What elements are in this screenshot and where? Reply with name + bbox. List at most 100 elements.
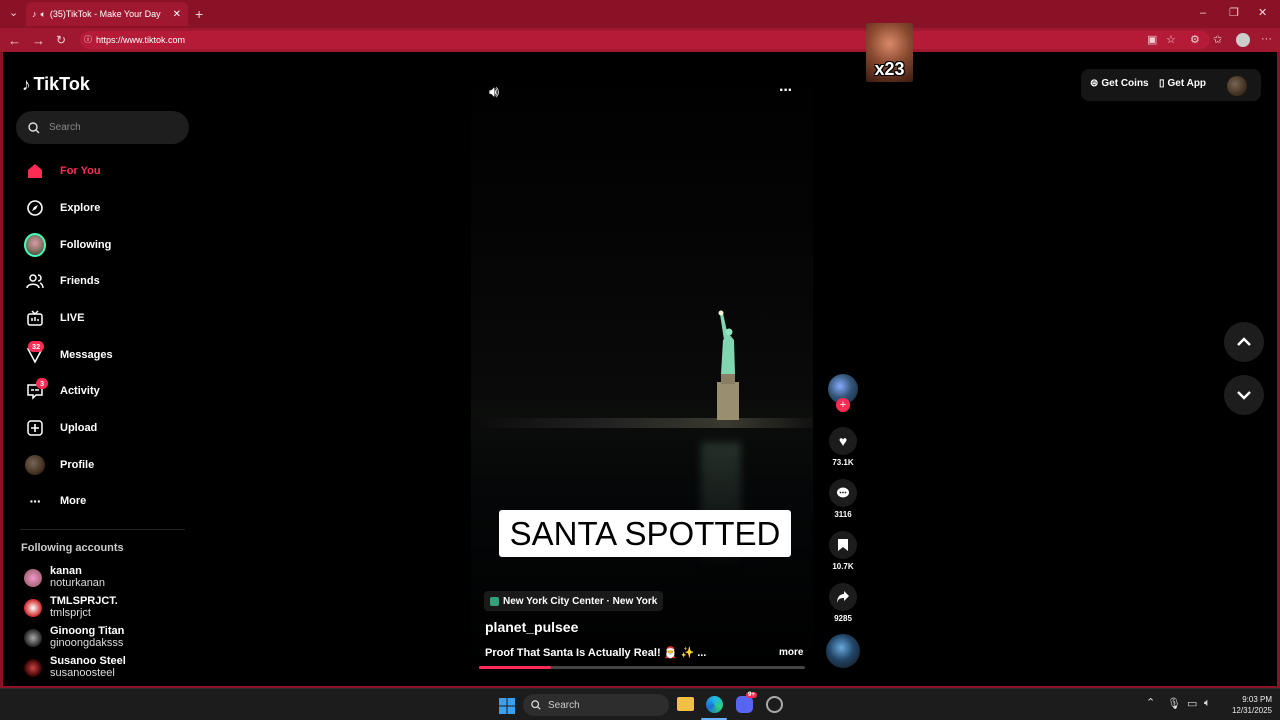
favorite-star-icon[interactable]: ☆ [1166, 35, 1176, 46]
account-name: Ginoong Titan [50, 625, 125, 637]
creator-avatar-button[interactable]: + [827, 374, 859, 412]
tiktok-favicon-icon: ♪ [32, 9, 37, 19]
nav-more[interactable]: ··· More [24, 489, 87, 513]
chevron-down-icon [1237, 391, 1251, 400]
user-avatar[interactable] [1227, 76, 1247, 96]
browser-tab[interactable]: ♪ 🔈︎ (35)TikTok - Make Your Day ✕ [26, 2, 188, 26]
app-clock-icon[interactable] [766, 696, 783, 713]
back-icon[interactable]: ← [8, 34, 21, 47]
search-icon [531, 700, 541, 710]
taskbar: Search 9+ ⌃ 🎙︎ ▭ 🔈︎ 9:03 PM 12/31/2025 [0, 688, 1280, 720]
url-field[interactable]: ⓘ https://www.tiktok.com [80, 31, 1210, 49]
statue-of-liberty [717, 310, 739, 420]
clock-date: 12/31/2025 [1231, 706, 1272, 715]
get-coins-button[interactable]: ⊜ Get Coins [1090, 78, 1149, 89]
nav-label: Messages [60, 349, 113, 361]
minimize-icon[interactable]: – [1200, 8, 1206, 19]
clock-time: 9:03 PM [1242, 695, 1272, 704]
save-button[interactable]: 10.7K [827, 531, 859, 571]
site-info-icon[interactable]: ⓘ [84, 31, 92, 49]
speaker-icon[interactable]: 🔈︎ [1204, 697, 1211, 710]
microphone-icon[interactable]: 🎙︎ [1167, 697, 1181, 710]
forward-icon[interactable]: → [32, 34, 45, 47]
get-app-button[interactable]: ▯ Get App [1159, 78, 1206, 89]
nav-friends[interactable]: Friends [24, 269, 100, 293]
account-avatar [24, 599, 42, 617]
browser-menu-icon[interactable]: ··· [1261, 34, 1272, 45]
account-avatar [24, 629, 42, 647]
new-tab-icon[interactable]: + [195, 7, 203, 21]
more-link[interactable]: more [779, 647, 803, 658]
comment-count: 3116 [834, 510, 852, 519]
nav-upload[interactable]: Upload [24, 416, 97, 440]
like-button[interactable]: ♥ 73.1K [827, 427, 859, 467]
previous-video-button[interactable] [1224, 322, 1264, 362]
network-icon[interactable]: ▭ [1187, 697, 1197, 710]
profile-avatar-icon[interactable] [1236, 33, 1250, 47]
account-avatar [24, 659, 42, 677]
nav-label: Upload [60, 422, 98, 434]
santa-caption: SANTA SPOTTED [499, 510, 791, 557]
tray-chevron-up-icon[interactable]: ⌃ [1146, 696, 1155, 709]
video-author[interactable]: planet_pulsee [485, 619, 578, 635]
account-item[interactable]: TMLSPRJCT. tmlsprjct [24, 595, 118, 619]
profile-avatar-icon [24, 454, 46, 476]
account-item[interactable]: Susanoo Steel susanoosteel [24, 655, 126, 679]
bookmark-icon [829, 531, 857, 559]
account-username: susanoosteel [50, 667, 115, 679]
nav-label: Explore [60, 202, 101, 214]
tab-title: (35)TikTok - Make Your Day [49, 9, 161, 19]
progress-track[interactable] [479, 666, 805, 669]
video-player[interactable]: 🔊︎ ··· SANTA SPOTTED New York City Cente… [471, 62, 813, 670]
nav-explore[interactable]: Explore [24, 196, 100, 220]
share-button[interactable]: 9285 [827, 583, 859, 623]
upload-icon [24, 417, 46, 439]
taskbar-search[interactable]: Search [523, 694, 669, 716]
overlay-counter: x23 [874, 59, 905, 79]
tiktok-logo[interactable]: ♪ TikTok [22, 74, 90, 95]
audio-playing-icon[interactable]: 🔈︎ [41, 9, 46, 20]
file-explorer-icon[interactable] [677, 697, 694, 711]
share-count: 9285 [834, 614, 852, 623]
tab-list-icon[interactable]: ⌄ [9, 8, 18, 19]
comment-button[interactable]: 3116 [827, 479, 859, 519]
next-video-button[interactable] [1224, 375, 1264, 415]
location-tag[interactable]: New York City Center · New York [484, 591, 664, 611]
video-description: Proof That Santa Is Actually Real! 🎅 ✨ .… [485, 647, 707, 659]
refresh-icon[interactable]: ↻ [56, 34, 66, 46]
account-avatar [24, 569, 42, 587]
nav-profile[interactable]: Profile [24, 453, 94, 477]
heart-icon: ♥ [829, 427, 857, 455]
friends-icon [24, 270, 46, 292]
activity-badge: 3 [36, 378, 49, 389]
follow-plus-icon[interactable]: + [836, 398, 850, 412]
logo-text: TikTok [33, 74, 90, 94]
extension-icon[interactable]: ⚙ [1190, 35, 1200, 46]
nav-following[interactable]: Following [24, 233, 111, 257]
account-username: noturkanan [50, 577, 106, 589]
account-item[interactable]: kanan noturkanan [24, 565, 105, 589]
search-box[interactable]: Search [16, 111, 189, 144]
discord-icon[interactable] [736, 696, 753, 713]
account-name: TMLSPRJCT. [50, 595, 118, 607]
live-icon [24, 307, 46, 329]
more-options-icon[interactable]: ··· [779, 82, 793, 100]
search-icon [28, 121, 40, 133]
volume-icon[interactable]: 🔊︎ [489, 84, 499, 102]
nav-live[interactable]: LIVE [24, 306, 84, 330]
nav-for-you[interactable]: For You [24, 159, 101, 183]
maximize-icon[interactable]: ❐ [1229, 8, 1239, 19]
music-disc-button[interactable] [826, 634, 860, 668]
windows-start-icon[interactable] [499, 698, 515, 714]
get-app-label: Get App [1167, 78, 1207, 89]
split-screen-icon[interactable]: ▣ [1147, 35, 1157, 46]
account-item[interactable]: Ginoong Titan ginoongdaksss [24, 625, 124, 649]
tiktok-app: ♪ TikTok Search For You Explore Followin… [4, 52, 1276, 687]
clock[interactable]: 9:03 PM 12/31/2025 [1222, 694, 1272, 716]
close-window-icon[interactable]: ✕ [1258, 8, 1267, 19]
favorites-icon[interactable]: ✩ [1213, 35, 1222, 46]
account-username: ginoongdaksss [50, 637, 124, 649]
search-placeholder: Search [49, 122, 81, 133]
close-tab-icon[interactable]: ✕ [173, 9, 181, 20]
edge-browser-icon[interactable] [706, 696, 723, 713]
